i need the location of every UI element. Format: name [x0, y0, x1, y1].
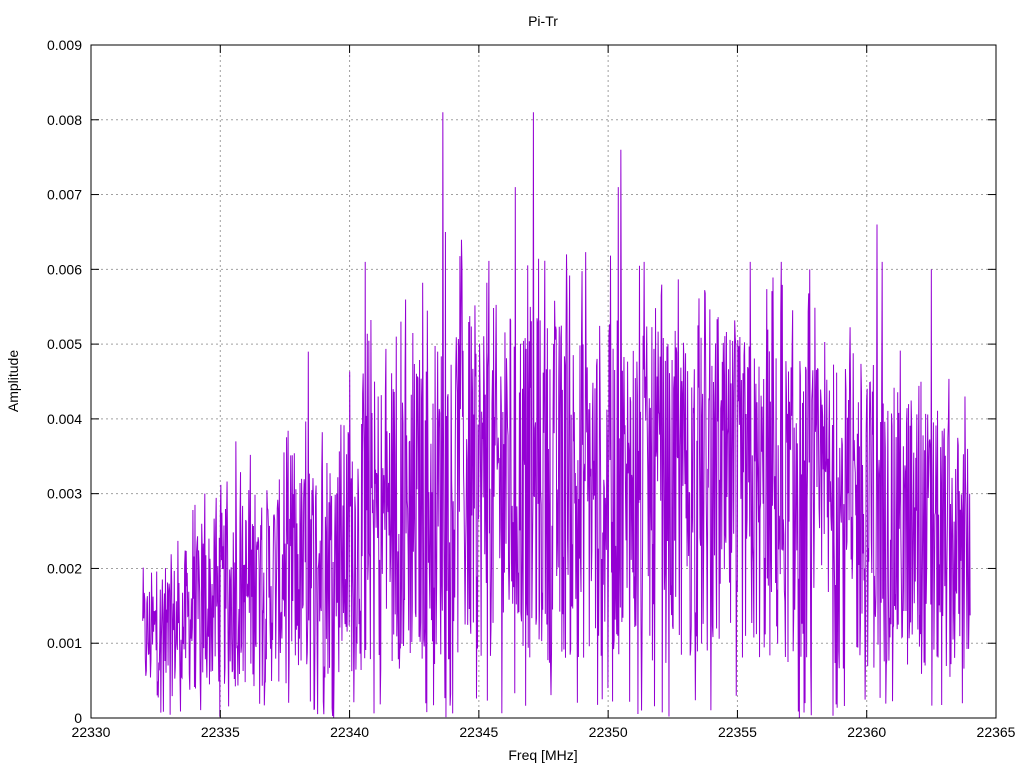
x-tick-label: 22330 — [72, 724, 111, 740]
x-tick-label: 22350 — [589, 724, 628, 740]
x-tick-label: 22365 — [977, 724, 1016, 740]
x-tick-label: 22355 — [718, 724, 757, 740]
x-tick-label: 22345 — [459, 724, 498, 740]
y-tick-label: 0.007 — [47, 187, 82, 203]
y-tick-label: 0.006 — [47, 261, 82, 277]
y-tick-label: 0.002 — [47, 560, 82, 576]
chart-canvas: 22330 22335 22340 22345 22350 22355 22360 22365… — [5, 13, 1016, 763]
y-tick-label: 0.005 — [47, 336, 82, 352]
chart-title: Pi-Tr — [528, 13, 558, 29]
y-tick-label: 0 — [74, 710, 82, 726]
y-tick-label: 0.008 — [47, 112, 82, 128]
y-tick-label: 0.004 — [47, 411, 82, 427]
x-tick-labels: 22330 22335 22340 22345 22350 22355 22360 22365 — [72, 724, 1016, 740]
x-tick-label: 22335 — [201, 724, 240, 740]
x-tick-label: 22340 — [330, 724, 369, 740]
y-tick-label: 0.003 — [47, 486, 82, 502]
data-series — [142, 112, 971, 719]
x-tick-label: 22360 — [847, 724, 886, 740]
series-line — [142, 112, 971, 719]
x-axis-label: Freq [MHz] — [508, 747, 577, 763]
y-tick-label: 0.009 — [47, 37, 82, 53]
y-tick-labels: 0 0.001 0.002 0.003 0.004 0.005 0.006 0.007 0.00… — [47, 37, 82, 726]
y-tick-label: 0.001 — [47, 635, 82, 651]
y-axis-label: Amplitude — [5, 350, 21, 412]
